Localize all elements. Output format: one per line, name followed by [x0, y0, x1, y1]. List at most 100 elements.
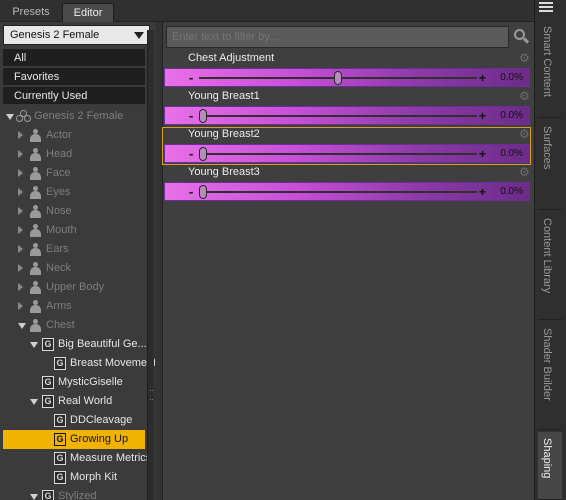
person-icon — [30, 186, 41, 199]
expand-right-icon[interactable] — [18, 169, 23, 177]
expand-down-icon[interactable] — [30, 494, 38, 500]
side-tab-label: Shader Builder — [541, 328, 553, 401]
slider-track[interactable] — [199, 153, 477, 155]
property-name: Young Breast1 — [188, 90, 260, 102]
expand-right-icon[interactable] — [18, 283, 23, 291]
menu-icon[interactable] — [539, 2, 553, 14]
side-tab[interactable]: Shaping — [538, 432, 562, 500]
tree-node-label: Nose — [46, 205, 72, 217]
slider-thumb[interactable] — [199, 147, 207, 161]
tree-node-label: Breast Movement — [70, 357, 157, 369]
expand-down-icon[interactable] — [18, 323, 26, 329]
person-icon — [30, 262, 41, 275]
tree-node[interactable]: Arms — [3, 297, 145, 316]
slider-thumb[interactable] — [334, 71, 342, 85]
figure-dropdown[interactable]: Genesis 2 Female — [3, 25, 150, 45]
tree-node[interactable]: Ears — [3, 240, 145, 259]
tree-node[interactable]: G Stylized — [3, 487, 145, 500]
property-slider[interactable]: - +0.0% — [164, 144, 530, 163]
gear-icon[interactable]: ⚙ — [519, 166, 530, 178]
property-value[interactable]: 0.0% — [500, 148, 523, 159]
expand-right-icon[interactable] — [18, 131, 23, 139]
category-favorites[interactable]: Favorites — [3, 68, 145, 86]
tab-presets[interactable]: Presets — [2, 3, 60, 22]
person-torso — [30, 134, 41, 142]
gear-icon[interactable]: ⚙ — [519, 90, 530, 102]
side-tab[interactable]: Smart Content — [538, 20, 562, 118]
tree-node[interactable]: Eyes — [3, 183, 145, 202]
decrement-button[interactable]: - — [189, 71, 193, 84]
side-tab[interactable]: Surfaces — [538, 120, 562, 210]
gear-icon[interactable]: ⚙ — [519, 52, 530, 64]
increment-button[interactable]: + — [479, 109, 486, 123]
category-currently-used[interactable]: Currently Used — [3, 87, 145, 105]
filter-input[interactable] — [166, 26, 509, 48]
tree-node-label: Real World — [58, 395, 113, 407]
property-value[interactable]: 0.0% — [500, 110, 523, 121]
person-torso — [30, 210, 41, 218]
tab-editor[interactable]: Editor — [62, 3, 114, 22]
tree-node[interactable]: Nose — [3, 202, 145, 221]
search-button[interactable] — [511, 26, 531, 48]
pane-tab-bar: Presets Editor — [0, 0, 536, 22]
tree-node-label: Ears — [46, 243, 69, 255]
expand-right-icon[interactable] — [18, 207, 23, 215]
gear-icon[interactable]: ⚙ — [519, 128, 530, 140]
expand-right-icon[interactable] — [18, 226, 23, 234]
expand-right-icon[interactable] — [18, 302, 23, 310]
tree-node[interactable]: G MysticGiselle — [3, 373, 145, 392]
splitter-grip-icon[interactable] — [150, 390, 153, 400]
category-panel: Genesis 2 Female All Favorites Currently… — [0, 22, 156, 500]
tree-node[interactable]: G Morph Kit — [3, 468, 145, 487]
expand-right-icon[interactable] — [18, 150, 23, 158]
person-icon — [30, 205, 41, 218]
expand-down-icon[interactable] — [30, 399, 38, 405]
property-slider[interactable]: - +0.0% — [164, 68, 530, 87]
person-icon — [30, 224, 41, 237]
tree-node[interactable]: Genesis 2 Female — [3, 107, 145, 126]
panel-scrollbar[interactable] — [147, 30, 154, 500]
increment-button[interactable]: + — [479, 147, 486, 161]
expand-right-icon[interactable] — [18, 188, 23, 196]
tree-node[interactable]: G Growing Up — [3, 430, 145, 449]
person-icon — [30, 281, 41, 294]
tree-node[interactable]: G Breast Movement — [3, 354, 156, 373]
property-value[interactable]: 0.0% — [500, 72, 523, 83]
group-icon: G — [42, 338, 54, 351]
decrement-button[interactable]: - — [189, 147, 193, 160]
slider-track[interactable] — [199, 191, 477, 193]
slider-thumb[interactable] — [199, 109, 207, 123]
tree-node[interactable]: G Real World — [3, 392, 145, 411]
expand-right-icon[interactable] — [18, 264, 23, 272]
tree-node[interactable]: G DDCleavage — [3, 411, 145, 430]
expand-right-icon[interactable] — [18, 245, 23, 253]
property-slider[interactable]: - +0.0% — [164, 182, 530, 201]
side-tab[interactable]: Shader Builder — [538, 322, 562, 430]
person-icon — [30, 319, 41, 332]
expand-down-icon[interactable] — [30, 342, 38, 348]
slider-track[interactable] — [199, 115, 477, 117]
tree-node[interactable]: G Measure Metrics — [3, 449, 151, 468]
tree-node[interactable]: Chest — [3, 316, 145, 335]
tree-node[interactable]: Head — [3, 145, 145, 164]
tree-node-label: DDCleavage — [70, 414, 133, 426]
tree-node[interactable]: Neck — [3, 259, 145, 278]
increment-button[interactable]: + — [479, 185, 486, 199]
pane-divider[interactable] — [155, 22, 163, 500]
decrement-button[interactable]: - — [189, 185, 193, 198]
property-value[interactable]: 0.0% — [500, 186, 523, 197]
decrement-button[interactable]: - — [189, 109, 193, 122]
tree-node[interactable]: Upper Body — [3, 278, 145, 297]
person-torso — [30, 153, 41, 161]
tree-node[interactable]: Face — [3, 164, 145, 183]
slider-thumb[interactable] — [199, 185, 207, 199]
increment-button[interactable]: + — [479, 71, 486, 85]
tree-node[interactable]: G Big Beautiful Ge... — [3, 335, 147, 354]
tree-node[interactable]: Actor — [3, 126, 145, 145]
property-slider[interactable]: - +0.0% — [164, 106, 530, 125]
side-tab[interactable]: Content Library — [538, 212, 562, 320]
expand-down-icon[interactable] — [6, 114, 14, 120]
category-all[interactable]: All — [3, 49, 145, 67]
tree-node-label: Big Beautiful Ge... — [58, 338, 147, 350]
tree-node[interactable]: Mouth — [3, 221, 145, 240]
